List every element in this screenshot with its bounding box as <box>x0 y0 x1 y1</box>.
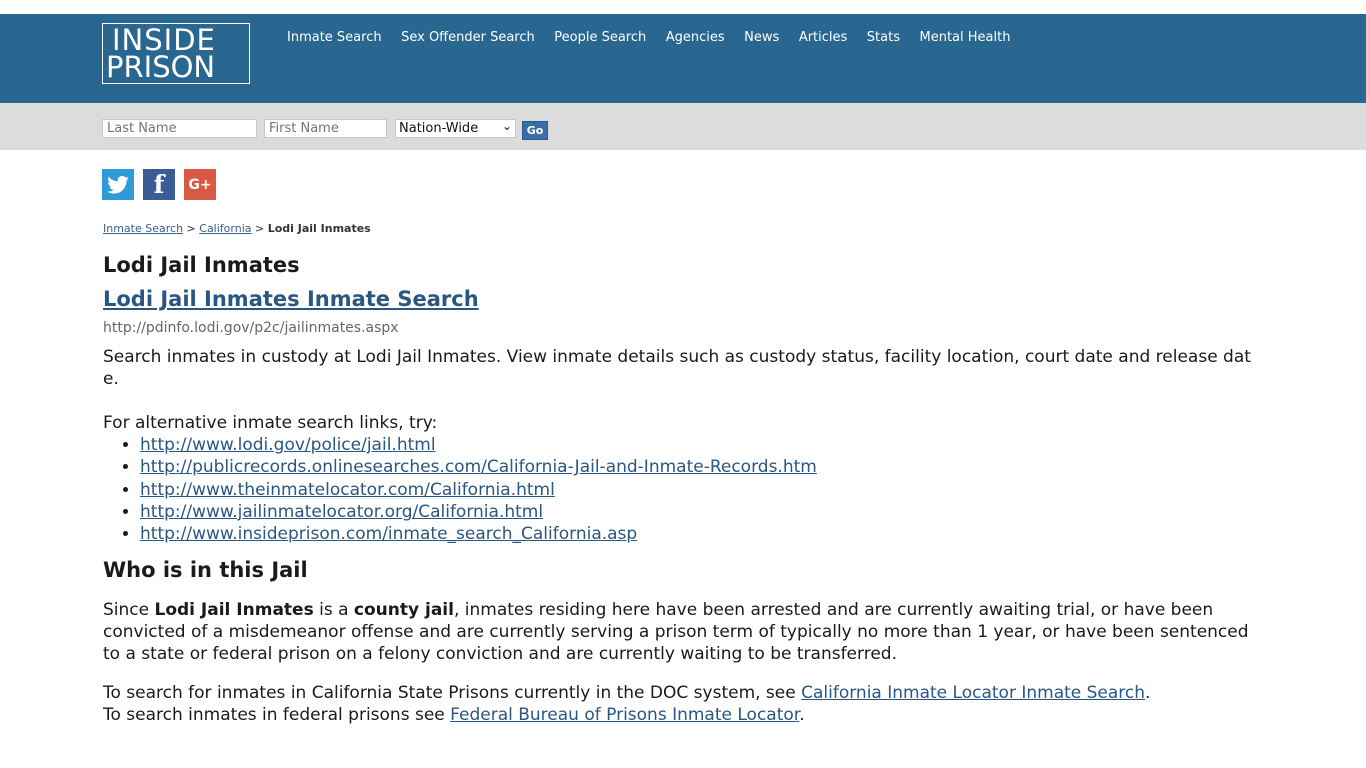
last-name-input[interactable] <box>102 119 257 138</box>
state-text: To search for inmates in California Stat… <box>103 683 802 704</box>
nav-articles[interactable]: Articles <box>799 30 847 45</box>
breadcrumb-current: Lodi Jail Inmates <box>267 222 371 235</box>
facebook-icon[interactable]: f <box>143 169 175 200</box>
search-bar: Nation-Wide ⌄ Go <box>0 103 1366 150</box>
first-name-input[interactable] <box>264 119 387 138</box>
breadcrumb-separator: > <box>255 222 265 235</box>
source-url: http://pdinfo.lodi.gov/p2c/jailinmates.a… <box>103 320 399 336</box>
state-locator-link[interactable]: California Inmate Locator Inmate Search <box>801 683 1145 703</box>
breadcrumb-california[interactable]: California <box>199 222 251 235</box>
nav-agencies[interactable]: Agencies <box>666 30 725 45</box>
social-icons: f G+ <box>102 169 216 200</box>
fed-text: To search inmates in federal prisons see <box>103 705 451 726</box>
breadcrumb: Inmate Search > California > Lodi Jail I… <box>103 222 1263 235</box>
alt-intro: For alternative inmate search links, try… <box>103 413 438 433</box>
nav-stats[interactable]: Stats <box>867 30 900 45</box>
who-paragraph: Since Lodi Jail Inmates is a county jail… <box>103 599 1263 665</box>
alt-link[interactable]: http://www.jailinmatelocator.org/Califor… <box>140 502 543 522</box>
list-item: http://www.insideprison.com/inmate_searc… <box>140 523 1263 545</box>
who-heading: Who is in this Jail <box>103 558 308 583</box>
list-item: http://www.lodi.gov/police/jail.html <box>140 434 1263 456</box>
alt-link[interactable]: http://www.lodi.gov/police/jail.html <box>140 435 436 455</box>
site-header: INSIDE PRISON Inmate Search Sex Offender… <box>0 14 1366 103</box>
main-nav: Inmate Search Sex Offender Search People… <box>287 30 1030 45</box>
alt-link[interactable]: http://publicrecords.onlinesearches.com/… <box>140 457 817 477</box>
nav-sex-offender-search[interactable]: Sex Offender Search <box>401 30 535 45</box>
search-links-paragraph: To search for inmates in California Stat… <box>103 682 1263 726</box>
inmate-search-link[interactable]: Lodi Jail Inmates Inmate Search <box>103 287 1263 311</box>
breadcrumb-inmate-search[interactable]: Inmate Search <box>103 222 183 235</box>
state-end: . <box>1145 683 1151 704</box>
alt-link[interactable]: http://www.theinmatelocator.com/Californ… <box>140 480 555 500</box>
nav-inmate-search[interactable]: Inmate Search <box>287 30 382 45</box>
logo-line2: PRISON <box>106 50 216 84</box>
scope-select[interactable]: Nation-Wide ⌄ <box>395 119 516 138</box>
top-strip <box>0 0 1366 14</box>
jail-type: county jail <box>353 600 454 621</box>
inside-prison-logo[interactable]: INSIDE PRISON <box>102 23 250 84</box>
google-plus-icon[interactable]: G+ <box>184 169 216 200</box>
alt-links-list: http://www.lodi.gov/police/jail.html htt… <box>103 434 1263 545</box>
jail-name: Lodi Jail Inmates <box>154 600 314 621</box>
go-button[interactable]: Go <box>522 121 548 140</box>
federal-locator-link[interactable]: Federal Bureau of Prisons Inmate Locator <box>450 705 799 725</box>
description: Search inmates in custody at Lodi Jail I… <box>103 347 1251 389</box>
chevron-down-icon: ⌄ <box>501 119 512 133</box>
scope-select-value: Nation-Wide <box>399 121 479 136</box>
page-title: Lodi Jail Inmates <box>103 253 300 277</box>
twitter-icon[interactable] <box>102 169 134 200</box>
list-item: http://www.jailinmatelocator.org/Califor… <box>140 501 1263 523</box>
fed-end: . <box>799 705 805 726</box>
who-is-a: is a <box>313 600 354 621</box>
breadcrumb-separator: > <box>186 222 196 235</box>
list-item: http://www.theinmatelocator.com/Californ… <box>140 479 1263 501</box>
nav-news[interactable]: News <box>744 30 779 45</box>
twitter-bird-glyph <box>107 175 129 194</box>
alt-link[interactable]: http://www.insideprison.com/inmate_searc… <box>140 524 637 544</box>
nav-people-search[interactable]: People Search <box>554 30 646 45</box>
list-item: http://publicrecords.onlinesearches.com/… <box>140 456 1263 478</box>
nav-mental-health[interactable]: Mental Health <box>919 30 1010 45</box>
main-content: Inmate Search > California > Lodi Jail I… <box>103 222 1263 726</box>
who-since: Since <box>103 600 155 621</box>
